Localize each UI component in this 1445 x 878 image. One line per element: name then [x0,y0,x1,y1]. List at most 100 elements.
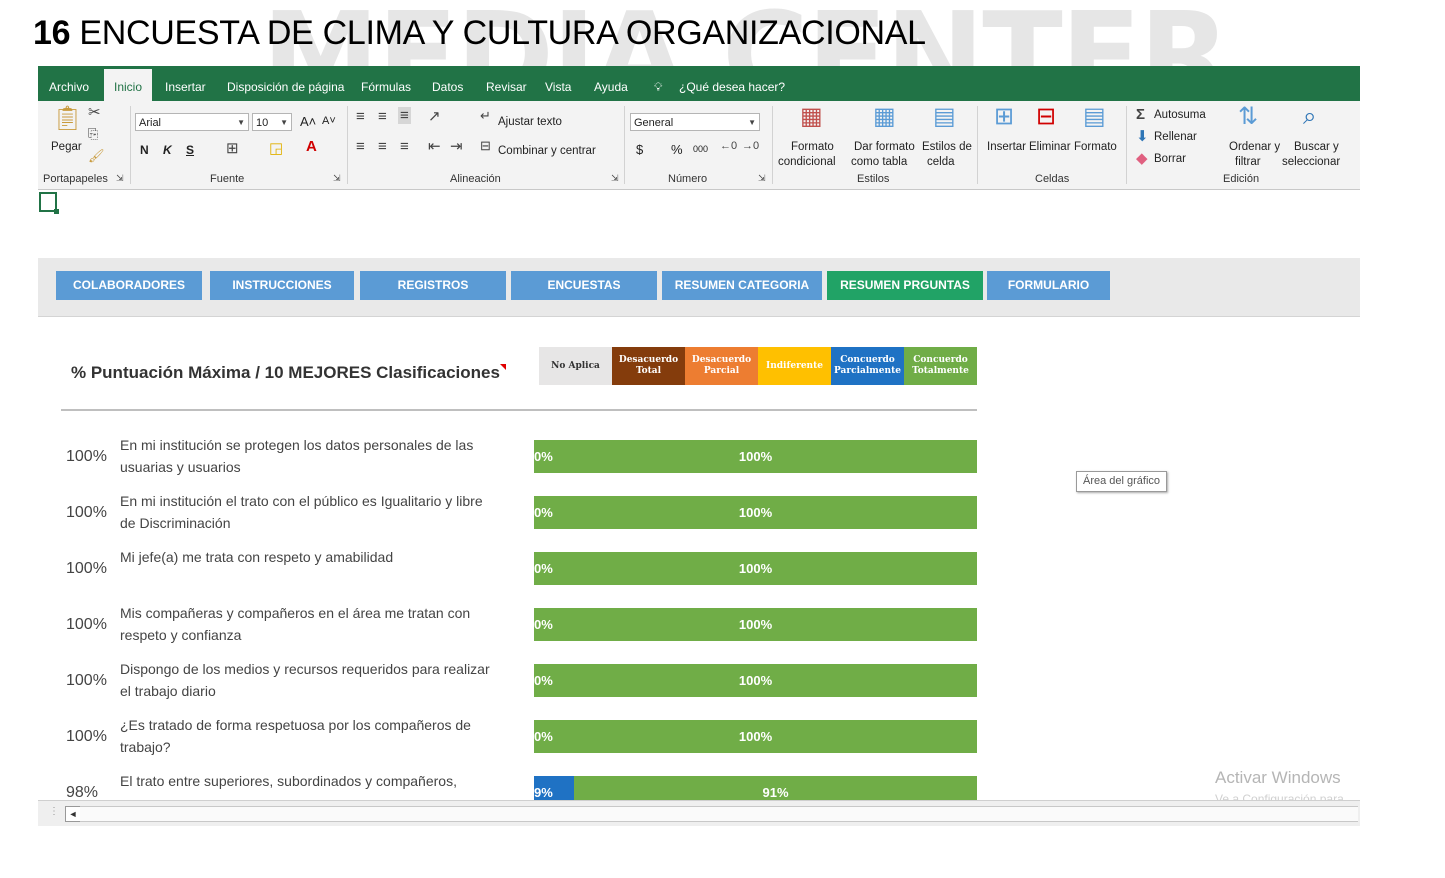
align-top-icon[interactable]: ≡ [356,109,365,124]
conditional-format-icon[interactable]: ▦ [800,105,823,129]
font-shrink-button[interactable]: A˅ [322,115,336,127]
insert-cells-icon[interactable]: ⊞ [994,105,1014,129]
delete-cells-button[interactable]: Eliminar [1029,141,1071,153]
number-format-select[interactable]: General ▼ [630,113,760,131]
nav-instrucciones-button[interactable]: INSTRUCCIONES [210,271,354,300]
separator [772,106,773,184]
increase-decimal-icon[interactable]: ←0 [720,141,737,152]
dialog-launcher-icon[interactable]: ⇲ [116,174,124,183]
delete-cells-icon[interactable]: ⊟ [1036,105,1056,129]
font-color-icon[interactable]: A [306,139,317,154]
sort-filter-icon[interactable]: ⇅ [1238,105,1258,129]
percent-button[interactable]: % [671,142,683,157]
row-statement: Mi jefe(a) me trata con respeto y amabil… [120,549,394,565]
chart-bar[interactable]: 0% 100% [534,440,977,473]
format-table-icon[interactable]: ▦ [873,105,896,129]
tab-disposicion-pagina[interactable]: Disposición de página [227,66,344,101]
dialog-launcher-icon[interactable]: ⇲ [333,174,341,183]
tab-inicio[interactable]: Inicio [104,69,153,101]
conditional-format-button-line2[interactable]: condicional [778,156,836,168]
autosum-button[interactable]: Autosuma [1154,109,1206,121]
cell-styles-button-line2[interactable]: celda [927,156,955,168]
orientation-icon[interactable]: ↗ [428,109,441,124]
align-left-icon[interactable]: ≡ [356,139,365,154]
decrease-decimal-icon[interactable]: →0 [742,141,759,152]
format-cells-button[interactable]: Formato [1074,141,1117,153]
cut-icon[interactable]: ✂ [88,105,101,120]
wrap-text-button[interactable]: Ajustar texto [498,116,562,128]
cell-styles-button[interactable]: Estilos de [922,141,972,153]
insert-cells-button[interactable]: Insertar [987,141,1026,153]
worksheet[interactable]: COLABORADORES INSTRUCCIONES REGISTROS EN… [38,190,1360,809]
horizontal-scrollbar[interactable] [80,806,1358,822]
tab-vista[interactable]: Vista [545,66,571,101]
chart-bar[interactable]: 0% 100% [534,552,977,585]
format-table-button[interactable]: Dar formato [854,141,915,153]
font-name-select[interactable]: Arial ▼ [135,113,249,131]
tab-formulas[interactable]: Fórmulas [361,66,411,101]
dialog-launcher-icon[interactable]: ⇲ [758,174,766,183]
sort-filter-button-line2[interactable]: filtrar [1235,156,1261,168]
increase-indent-icon[interactable]: ⇥ [450,139,463,154]
sheet-tab-split-icon[interactable]: ⋮ [49,806,59,817]
decrease-indent-icon[interactable]: ⇤ [428,139,441,154]
tab-archivo[interactable]: Archivo [49,66,89,101]
legend-item: Indiferente [758,347,831,385]
nav-bar: COLABORADORES INSTRUCCIONES REGISTROS EN… [38,258,1360,317]
format-table-button-line2[interactable]: como tabla [851,156,907,168]
sort-filter-button[interactable]: Ordenar y [1229,141,1280,153]
nav-formulario-button[interactable]: FORMULARIO [987,271,1110,300]
fill-button[interactable]: Rellenar [1154,131,1197,143]
format-cells-icon[interactable]: ▤ [1083,105,1106,129]
format-painter-icon[interactable]: 🖌︎ [88,149,105,162]
merge-center-icon[interactable]: ⊟ [480,139,491,152]
underline-button[interactable]: S [186,143,194,157]
chart-bar[interactable]: 0% 100% [534,496,977,529]
nav-colaboradores-button[interactable]: COLABORADORES [56,271,202,300]
chart-bar[interactable]: 0% 100% [534,720,977,753]
cell-styles-icon[interactable]: ▤ [933,105,956,129]
autosum-icon[interactable]: Σ [1136,107,1145,122]
tab-insertar[interactable]: Insertar [165,66,206,101]
wrap-text-icon[interactable]: ↵ [480,109,491,122]
copy-icon[interactable]: ⎘ [88,127,98,140]
find-select-button-line2[interactable]: seleccionar [1282,156,1340,168]
selected-cell[interactable] [39,192,59,214]
title-text: ENCUESTA DE CLIMA Y CULTURA ORGANIZACION… [79,14,926,52]
nav-encuestas-button[interactable]: ENCUESTAS [511,271,657,300]
paste-icon[interactable]: 📋︎ [52,107,82,131]
tab-ayuda[interactable]: Ayuda [594,66,628,101]
dialog-launcher-icon[interactable]: ⇲ [611,174,619,183]
currency-button[interactable]: $ [636,142,643,157]
conditional-format-button[interactable]: Formato [791,141,834,153]
comment-indicator[interactable] [500,364,506,370]
nav-resumen-preguntas-button[interactable]: RESUMEN PRGUNTAS [827,271,983,300]
tab-datos[interactable]: Datos [432,66,463,101]
search-icon[interactable]: ⌕ [1303,105,1316,129]
font-size-select[interactable]: 10 ▼ [252,113,292,131]
bold-button[interactable]: N [140,143,149,157]
nav-registros-button[interactable]: REGISTROS [360,271,506,300]
clear-icon[interactable]: ◆ [1136,151,1148,166]
font-grow-button[interactable]: A˄ [300,114,316,129]
chart-bar[interactable]: 0% 100% [534,608,977,641]
align-right-icon[interactable]: ≡ [400,139,409,154]
clear-button[interactable]: Borrar [1154,153,1186,165]
thousands-button[interactable]: 000 [693,144,708,154]
nav-resumen-categoria-button[interactable]: RESUMEN CATEGORIA [662,271,822,300]
align-center-icon[interactable]: ≡ [378,139,387,154]
paste-button[interactable]: Pegar [51,141,82,153]
tell-me-search[interactable]: ¿Qué desea hacer? [679,66,785,101]
find-select-button[interactable]: Buscar y [1294,141,1339,153]
align-bottom-icon[interactable]: ≡ [398,107,411,124]
align-middle-icon[interactable]: ≡ [378,109,387,124]
scroll-left-button[interactable]: ◄ [65,806,81,822]
fill-icon[interactable]: ⬇︎ [1136,129,1149,144]
chart-bar[interactable]: 0% 100% [534,664,977,697]
borders-icon[interactable]: ⊞ [226,141,239,156]
chart-row: 100% En mi institución el trato con el pú… [38,486,1360,542]
italic-button[interactable]: K [163,143,172,157]
fill-color-icon[interactable]: ◲ [269,141,283,156]
tab-revisar[interactable]: Revisar [486,66,527,101]
merge-center-button[interactable]: Combinar y centrar [498,145,596,157]
